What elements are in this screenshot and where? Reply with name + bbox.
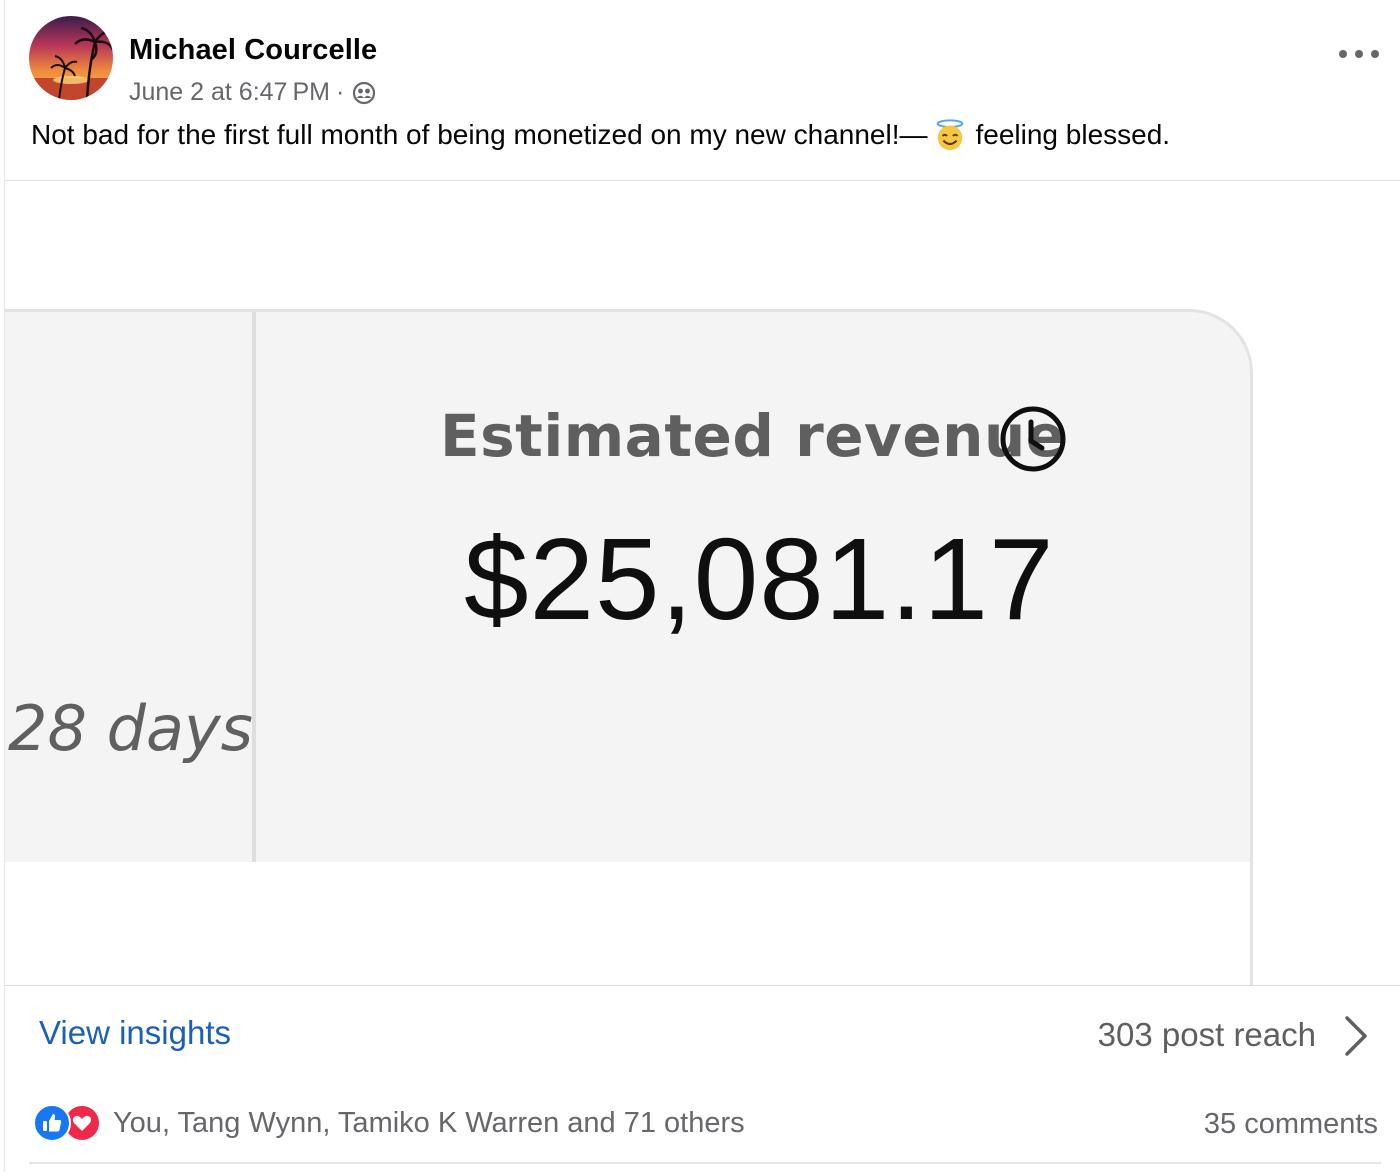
card-bottom-area <box>5 862 1250 985</box>
more-dot <box>1339 50 1347 58</box>
like-icon <box>33 1104 71 1142</box>
smiling-face-with-halo-emoji <box>937 119 964 151</box>
friends-icon[interactable] <box>352 81 376 105</box>
more-dot <box>1371 50 1379 58</box>
view-insights-link[interactable]: View insights <box>39 1014 231 1052</box>
estimated-revenue-label: Estimated revenue <box>440 402 1066 470</box>
period-label: 28 days <box>8 692 253 765</box>
post-photo[interactable]: 28 days Estimated revenue $25,081.17 <box>5 180 1400 986</box>
heart-icon <box>72 1115 92 1131</box>
post-card: Michael Courcelle June 2 at 6:47 PM · No… <box>4 0 1400 1172</box>
reactions-summary[interactable]: You, Tang Wynn, Tamiko K Warren and 71 o… <box>33 1104 745 1142</box>
post-reach[interactable]: 303 post reach <box>1098 1016 1316 1054</box>
thumbs-up-icon <box>43 1114 62 1132</box>
meta-separator: · <box>335 78 345 106</box>
comments-count[interactable]: 35 comments <box>1204 1108 1378 1141</box>
post-header: Michael Courcelle June 2 at 6:47 PM · <box>29 16 1379 106</box>
post-meta: June 2 at 6:47 PM · <box>129 78 376 107</box>
card-divider <box>252 312 256 862</box>
post-caption: Not bad for the first full month of bein… <box>31 118 1170 152</box>
caption-text: Not bad for the first full month of bein… <box>31 119 928 150</box>
footer-divider <box>29 1162 1381 1164</box>
chevron-right-icon[interactable] <box>1342 1014 1370 1058</box>
avatar-sunset-image <box>29 16 113 100</box>
more-options-icon[interactable] <box>1339 44 1379 64</box>
more-dot <box>1355 50 1363 58</box>
feeling-text[interactable]: feeling blessed. <box>975 119 1170 151</box>
reactions-text[interactable]: You, Tang Wynn, Tamiko K Warren and 71 o… <box>113 1107 745 1140</box>
avatar[interactable] <box>29 16 113 100</box>
author-name[interactable]: Michael Courcelle <box>129 34 377 67</box>
post-timestamp[interactable]: June 2 at 6:47 PM <box>129 78 330 107</box>
revenue-card: 28 days Estimated revenue $25,081.17 <box>5 309 1253 985</box>
revenue-value: $25,081.17 <box>464 514 1055 644</box>
clock-icon <box>1000 406 1066 472</box>
